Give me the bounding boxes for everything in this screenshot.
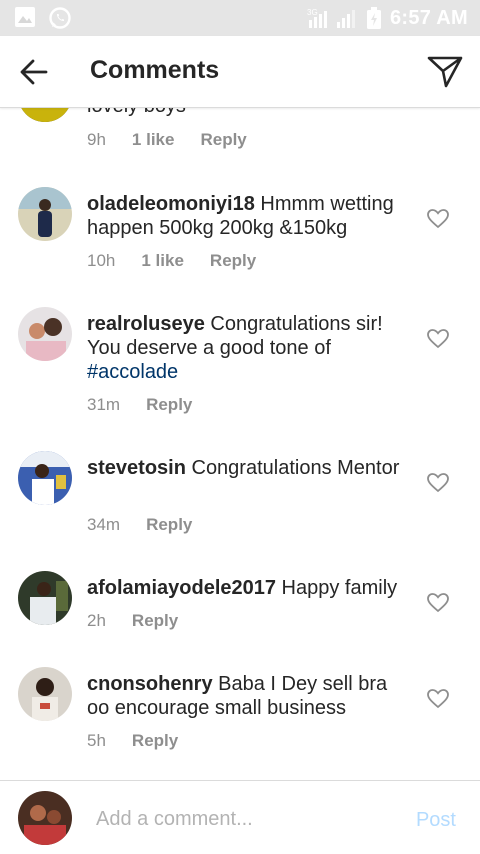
comment-composer: Post <box>0 780 480 854</box>
heart-icon[interactable] <box>427 329 449 349</box>
comment-time: 31m <box>87 395 121 414</box>
send-button[interactable] <box>424 52 466 92</box>
paper-plane-icon <box>427 56 463 88</box>
battery-icon <box>366 7 381 29</box>
app-header: Comments <box>0 36 480 108</box>
comment-username[interactable]: oladeleomoniyi18 <box>87 193 255 215</box>
comment-body: oladeleomoniyi18 Hmmm wetting happen 500… <box>87 192 405 240</box>
avatar[interactable] <box>18 187 72 241</box>
comment-message: lovely boys <box>87 108 186 117</box>
comment-body: afolamiayodele2017 Happy family <box>87 576 405 600</box>
comment-username[interactable]: cnonsohenry <box>87 673 213 695</box>
like-count[interactable]: 1 like <box>141 251 184 271</box>
comment-hashtag[interactable]: #accolade <box>87 361 178 383</box>
avatar-image <box>18 451 72 505</box>
avatar-image <box>18 187 72 241</box>
avatar[interactable] <box>18 667 72 721</box>
comment-meta: 10h 1 like Reply <box>87 251 282 271</box>
comment-input[interactable] <box>96 805 396 833</box>
comment-time: 5h <box>87 731 106 750</box>
current-user-avatar <box>18 791 72 845</box>
comment-username[interactable]: afolamiayodele2017 <box>87 577 276 599</box>
comment-item: lovely boys 9h 1 like Reply <box>0 108 480 168</box>
reply-button[interactable]: Reply <box>132 731 178 751</box>
arrow-left-icon <box>20 59 48 85</box>
comment-item: oladeleomoniyi18 Hmmm wetting happen 500… <box>0 184 480 294</box>
post-button[interactable]: Post <box>416 809 456 832</box>
whatsapp-icon <box>49 7 71 29</box>
avatar-image <box>18 571 72 625</box>
avatar[interactable] <box>18 108 72 122</box>
comment-body: cnonsohenry Baba I Dey sell bra oo encou… <box>87 672 405 720</box>
comment-item: cnonsohenry Baba I Dey sell bra oo encou… <box>0 664 480 774</box>
avatar-image <box>18 791 72 845</box>
avatar-image <box>18 667 72 721</box>
comment-body: lovely boys <box>87 108 405 118</box>
reply-button[interactable]: Reply <box>146 395 192 415</box>
comment-meta: 2h Reply <box>87 611 204 631</box>
comment-time: 9h <box>87 130 106 149</box>
heart-icon[interactable] <box>427 473 449 493</box>
comment-meta: 5h Reply <box>87 731 204 751</box>
comment-item: stevetosin Congratulations Mentor 34m Re… <box>0 448 480 558</box>
reply-button[interactable]: Reply <box>132 611 178 631</box>
heart-icon[interactable] <box>427 209 449 229</box>
3g-icon: 3G <box>307 8 327 28</box>
avatar-image <box>18 307 72 361</box>
comment-item: realroluseye Congratulations sir! You de… <box>0 304 480 434</box>
comment-time: 10h <box>87 251 116 270</box>
signal-icon <box>336 10 355 28</box>
reply-button[interactable]: Reply <box>200 130 246 150</box>
back-button[interactable] <box>14 54 54 90</box>
image-icon <box>15 7 35 27</box>
comment-message: Happy family <box>276 577 398 599</box>
comments-list[interactable]: lovely boys 9h 1 like Reply oladeleomoni… <box>0 108 480 780</box>
comment-time: 34m <box>87 515 121 534</box>
comment-meta: 34m Reply <box>87 515 218 535</box>
page-title: Comments <box>90 56 220 84</box>
comment-item: afolamiayodele2017 Happy family 2h Reply <box>0 568 480 658</box>
avatar[interactable] <box>18 571 72 625</box>
comment-username[interactable]: realroluseye <box>87 313 205 335</box>
status-time: 6:57 AM <box>389 6 468 29</box>
comment-body: realroluseye Congratulations sir! You de… <box>87 312 405 384</box>
avatar[interactable] <box>18 307 72 361</box>
comment-meta: 31m Reply <box>87 395 218 415</box>
avatar-image <box>18 108 72 122</box>
status-left-icons <box>14 6 72 30</box>
heart-icon[interactable] <box>427 593 449 613</box>
comment-message: Congratulations Mentor <box>185 457 400 479</box>
status-bar: 3G 6:57 AM <box>0 0 480 36</box>
comment-username[interactable]: stevetosin <box>87 457 186 479</box>
svg-text:3G: 3G <box>307 8 318 17</box>
reply-button[interactable]: Reply <box>210 251 256 271</box>
like-count[interactable]: 1 like <box>132 130 175 150</box>
comment-body: stevetosin Congratulations Mentor <box>87 456 405 480</box>
reply-button[interactable]: Reply <box>146 515 192 535</box>
comment-time: 2h <box>87 611 106 630</box>
status-right-icons: 3G 6:57 AM <box>306 6 468 30</box>
comment-meta: 9h 1 like Reply <box>87 130 273 150</box>
avatar[interactable] <box>18 451 72 505</box>
heart-icon[interactable] <box>427 689 449 709</box>
